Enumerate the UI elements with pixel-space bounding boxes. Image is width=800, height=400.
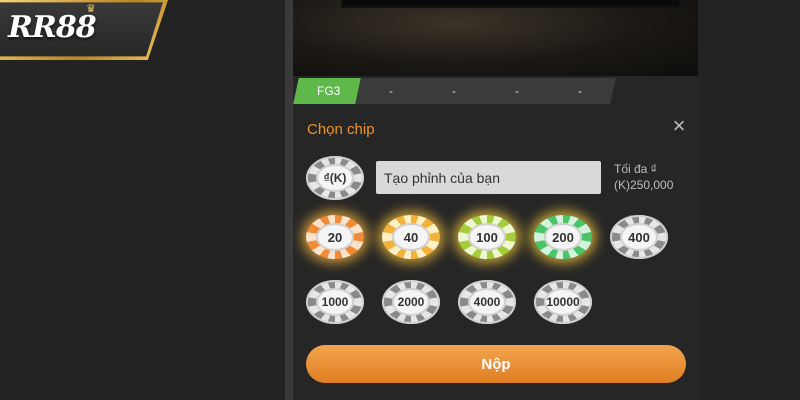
right-area bbox=[698, 0, 800, 400]
currency-chip: ₫(K) bbox=[306, 156, 364, 200]
tab-empty[interactable]: - bbox=[481, 78, 553, 104]
chip-value: 20 bbox=[316, 223, 354, 251]
tab-empty[interactable]: - bbox=[355, 78, 427, 104]
submit-button[interactable]: Nộp bbox=[306, 345, 686, 383]
video-frame bbox=[341, 0, 681, 8]
chip-10000[interactable]: 10000 bbox=[534, 280, 592, 324]
chip-panel-title: Chọn chip bbox=[307, 121, 375, 138]
chip-40[interactable]: 40 bbox=[382, 215, 440, 259]
brand-logo: RR88 bbox=[8, 10, 97, 45]
currency-chip-label: ₫(K) bbox=[316, 164, 354, 192]
column-divider bbox=[285, 0, 293, 400]
chip-2000[interactable]: 2000 bbox=[382, 280, 440, 324]
max-limit-label: Tối đa ₫ (K)250,000 bbox=[614, 162, 674, 192]
chip-20[interactable]: 20 bbox=[306, 215, 364, 259]
chip-value: 400 bbox=[620, 223, 658, 251]
live-video bbox=[293, 0, 698, 76]
chip-4000[interactable]: 4000 bbox=[458, 280, 516, 324]
chip-value: 1000 bbox=[316, 288, 354, 316]
chip-value: 2000 bbox=[392, 288, 430, 316]
custom-chip-input[interactable] bbox=[376, 161, 601, 194]
chip-value: 10000 bbox=[544, 288, 582, 316]
table-tabs: FG3 - - - - bbox=[293, 76, 698, 106]
chip-100[interactable]: 100 bbox=[458, 215, 516, 259]
chip-200[interactable]: 200 bbox=[534, 215, 592, 259]
chip-value: 40 bbox=[392, 223, 430, 251]
tab-empty[interactable]: - bbox=[544, 78, 616, 104]
close-icon[interactable]: × bbox=[669, 115, 689, 137]
tab-fg3[interactable]: FG3 bbox=[293, 78, 365, 104]
chip-value: 4000 bbox=[468, 288, 506, 316]
chip-1000[interactable]: 1000 bbox=[306, 280, 364, 324]
tab-empty[interactable]: - bbox=[418, 78, 490, 104]
chip-400[interactable]: 400 bbox=[610, 215, 668, 259]
chip-value: 100 bbox=[468, 223, 506, 251]
chip-value: 200 bbox=[544, 223, 582, 251]
